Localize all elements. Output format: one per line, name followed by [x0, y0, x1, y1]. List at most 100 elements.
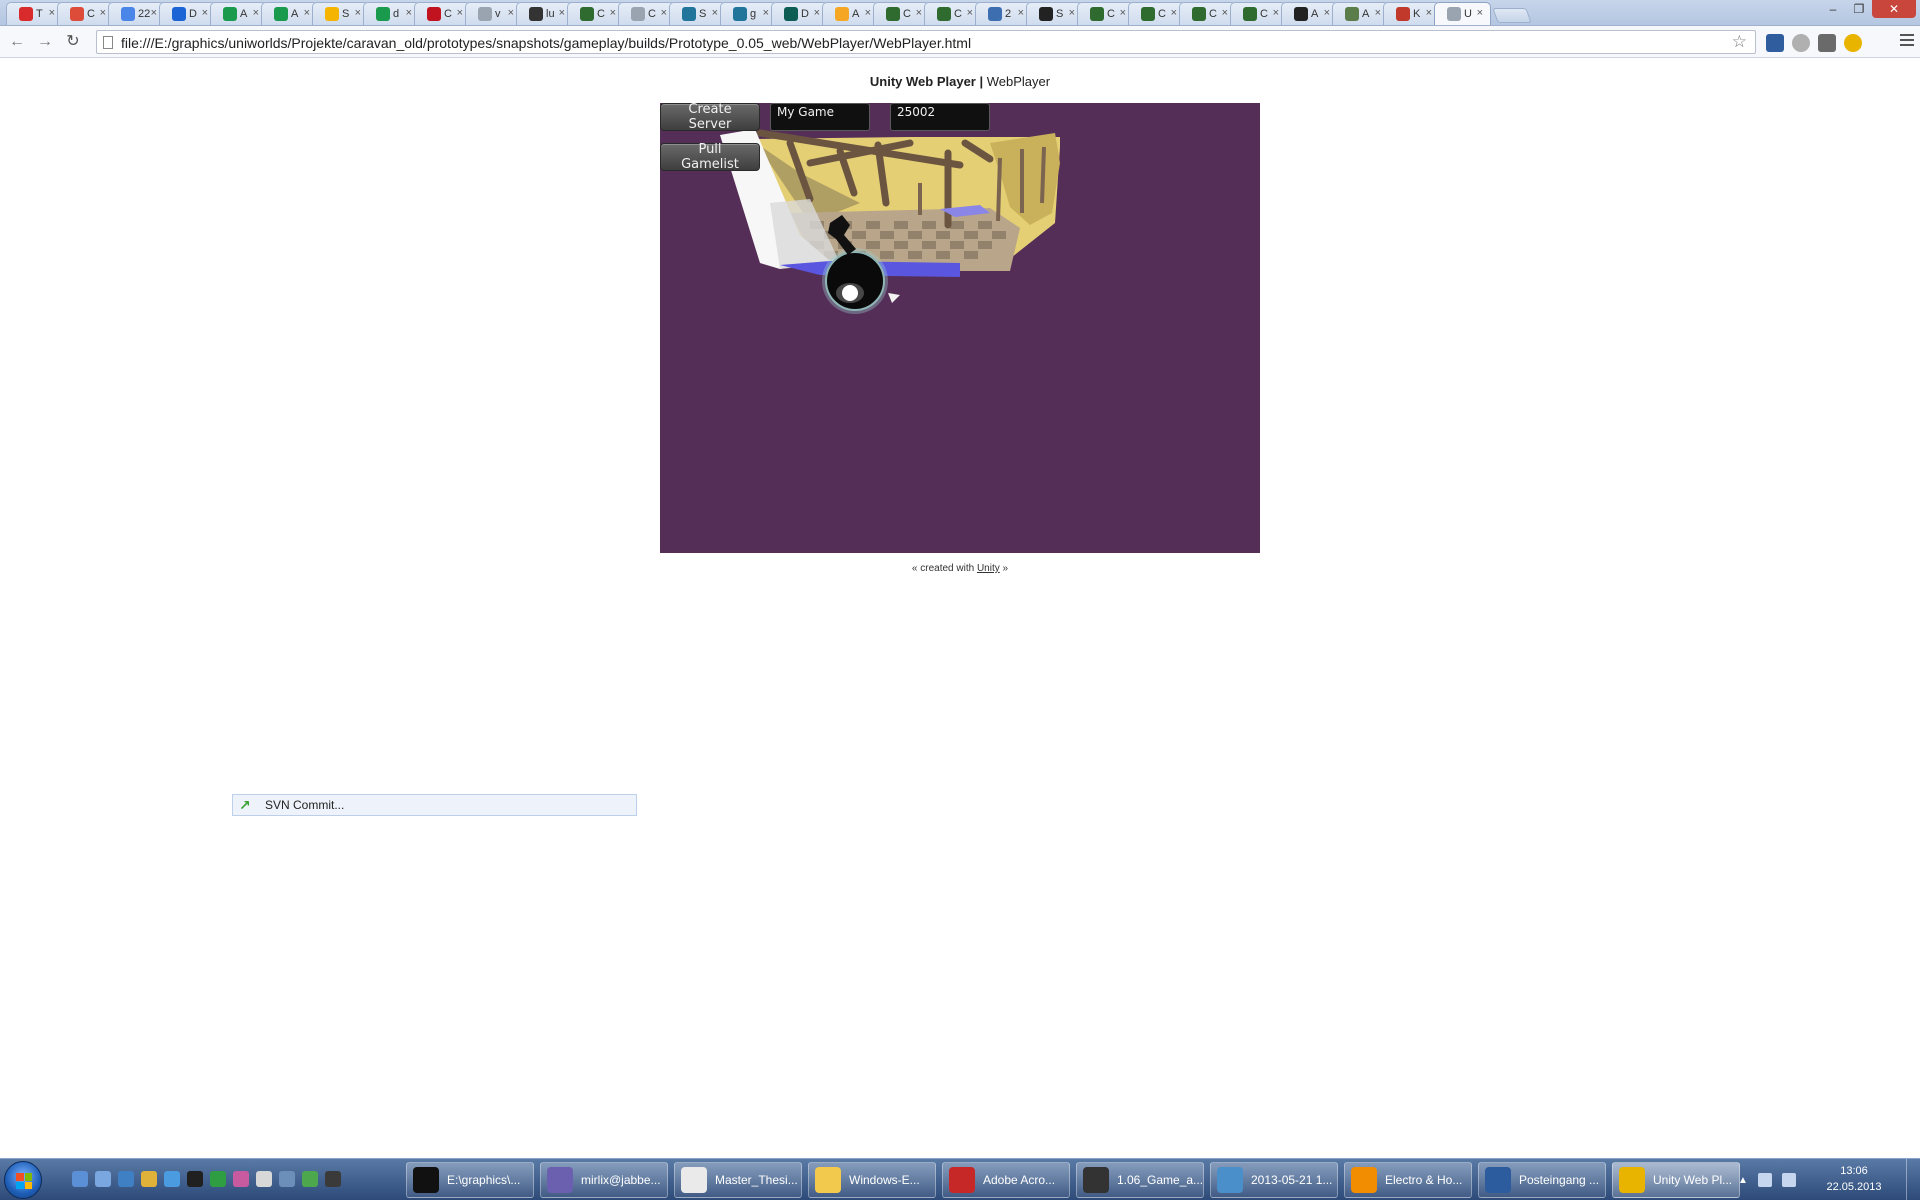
taskbar-button[interactable]: E:\graphics\...	[406, 1162, 534, 1198]
browser-tab[interactable]: C ×	[1077, 2, 1134, 25]
tab-close-icon[interactable]: ×	[406, 7, 412, 19]
quick-launch-icon[interactable]	[210, 1171, 226, 1187]
taskbar-button[interactable]: Unity Web Pl...	[1612, 1162, 1740, 1198]
browser-tab[interactable]: d ×	[363, 2, 420, 25]
browser-tab[interactable]: T ×	[6, 2, 63, 25]
quick-launch-icon[interactable]	[72, 1171, 88, 1187]
taskbar-button[interactable]: Windows-E...	[808, 1162, 936, 1198]
forward-button[interactable]: →	[34, 32, 56, 52]
quick-launch-icon[interactable]	[164, 1171, 180, 1187]
start-button[interactable]	[4, 1161, 42, 1199]
taskbar-button[interactable]: Posteingang ...	[1478, 1162, 1606, 1198]
bookmark-star-icon[interactable]: ☆	[1732, 32, 1747, 52]
pull-gamelist-button[interactable]: Pull Gamelist	[660, 142, 760, 172]
browser-tab[interactable]: S ×	[1026, 2, 1083, 25]
browser-tab[interactable]: U ×	[1434, 2, 1491, 25]
tab-close-icon[interactable]: ×	[1120, 7, 1126, 19]
xdk-icon[interactable]	[1766, 34, 1784, 52]
address-bar[interactable]: file:///E:/graphics/uniworlds/Projekte/c…	[96, 30, 1756, 54]
browser-tab[interactable]: C ×	[1230, 2, 1287, 25]
minimize-button[interactable]: –	[1820, 0, 1846, 18]
tab-close-icon[interactable]: ×	[1375, 7, 1381, 19]
tab-close-icon[interactable]: ×	[304, 7, 310, 19]
unity-player-canvas[interactable]: Create Server Pull Gamelist My Game 2500…	[660, 103, 1260, 553]
taskbar-button[interactable]: Electro & Ho...	[1344, 1162, 1472, 1198]
browser-tab[interactable]: C ×	[57, 2, 114, 25]
tab-close-icon[interactable]: ×	[1069, 7, 1075, 19]
browser-tab[interactable]: C ×	[618, 2, 675, 25]
quick-launch-icon[interactable]	[95, 1171, 111, 1187]
quick-launch-icon[interactable]	[187, 1171, 203, 1187]
chrome-menu-icon[interactable]	[1900, 34, 1914, 48]
tab-close-icon[interactable]: ×	[814, 7, 820, 19]
browser-tab[interactable]: A ×	[261, 2, 318, 25]
browser-tab[interactable]: lu ×	[516, 2, 573, 25]
tab-close-icon[interactable]: ×	[253, 7, 259, 19]
tab-close-icon[interactable]: ×	[1426, 7, 1432, 19]
tab-close-icon[interactable]: ×	[559, 7, 565, 19]
tab-close-icon[interactable]: ×	[355, 7, 361, 19]
taskbar-button[interactable]: 2013-05-21 1...	[1210, 1162, 1338, 1198]
tab-close-icon[interactable]: ×	[865, 7, 871, 19]
browser-tab[interactable]: C ×	[414, 2, 471, 25]
taskbar-button[interactable]: Master_Thesi...	[674, 1162, 802, 1198]
volume-icon[interactable]	[1781, 1173, 1796, 1187]
taskbar-button[interactable]: mirlix@jabbe...	[540, 1162, 668, 1198]
browser-tab[interactable]: C ×	[924, 2, 981, 25]
browser-tab[interactable]: g ×	[720, 2, 777, 25]
chrome-color-icon[interactable]	[1844, 34, 1862, 52]
back-button[interactable]: ←	[6, 32, 28, 52]
quick-launch-icon[interactable]	[302, 1171, 318, 1187]
tab-close-icon[interactable]: ×	[151, 7, 157, 19]
tray-expand-icon[interactable]: ▲	[1738, 1175, 1748, 1186]
tab-close-icon[interactable]: ×	[967, 7, 973, 19]
tab-close-icon[interactable]: ×	[1018, 7, 1024, 19]
browser-tab[interactable]: v ×	[465, 2, 522, 25]
quick-launch-icon[interactable]	[118, 1171, 134, 1187]
show-desktop-button[interactable]	[1906, 1159, 1920, 1201]
quick-launch-icon[interactable]	[325, 1171, 341, 1187]
new-tab-button[interactable]	[1492, 8, 1532, 23]
shield-icon[interactable]	[1792, 34, 1810, 52]
port-input[interactable]: 25002	[890, 103, 990, 131]
browser-tab[interactable]: D ×	[159, 2, 216, 25]
quick-launch-icon[interactable]	[256, 1171, 272, 1187]
browser-tab[interactable]: 2 ×	[975, 2, 1032, 25]
browser-tab[interactable]: C ×	[873, 2, 930, 25]
taskbar-button[interactable]: 1.06_Game_a...	[1076, 1162, 1204, 1198]
browser-tab[interactable]: S ×	[312, 2, 369, 25]
tab-close-icon[interactable]: ×	[1171, 7, 1177, 19]
tab-close-icon[interactable]: ×	[508, 7, 514, 19]
browser-tab[interactable]: K ×	[1383, 2, 1440, 25]
tab-close-icon[interactable]: ×	[202, 7, 208, 19]
tab-close-icon[interactable]: ×	[610, 7, 616, 19]
browser-tab[interactable]: A ×	[1281, 2, 1338, 25]
browser-tab[interactable]: 22 -×	[108, 2, 165, 25]
browser-tab[interactable]: A ×	[210, 2, 267, 25]
url-text[interactable]: file:///E:/graphics/uniworlds/Projekte/c…	[121, 35, 971, 51]
browser-tab[interactable]: D ×	[771, 2, 828, 25]
tab-close-icon[interactable]: ×	[100, 7, 106, 19]
download-icon[interactable]	[1818, 34, 1836, 52]
browser-tab[interactable]: C ×	[567, 2, 624, 25]
tab-close-icon[interactable]: ×	[916, 7, 922, 19]
tab-close-icon[interactable]: ×	[49, 7, 55, 19]
quick-launch-icon[interactable]	[141, 1171, 157, 1187]
reload-button[interactable]: ↻	[62, 32, 84, 52]
tab-close-icon[interactable]: ×	[763, 7, 769, 19]
tab-close-icon[interactable]: ×	[1273, 7, 1279, 19]
browser-tab[interactable]: C ×	[1179, 2, 1236, 25]
network-icon[interactable]	[1757, 1173, 1772, 1187]
maximize-button[interactable]: ❐	[1846, 0, 1872, 18]
tab-close-icon[interactable]: ×	[1324, 7, 1330, 19]
tab-close-icon[interactable]: ×	[661, 7, 667, 19]
quick-launch-icon[interactable]	[279, 1171, 295, 1187]
browser-tab[interactable]: C ×	[1128, 2, 1185, 25]
tab-close-icon[interactable]: ×	[1222, 7, 1228, 19]
quick-launch-icon[interactable]	[233, 1171, 249, 1187]
clock[interactable]: 13:06 22.05.2013	[1822, 1163, 1886, 1195]
taskbar-button[interactable]: Adobe Acro...	[942, 1162, 1070, 1198]
close-window-button[interactable]: ✕	[1872, 0, 1916, 18]
browser-tab[interactable]: A ×	[822, 2, 879, 25]
tab-close-icon[interactable]: ×	[1477, 7, 1483, 19]
